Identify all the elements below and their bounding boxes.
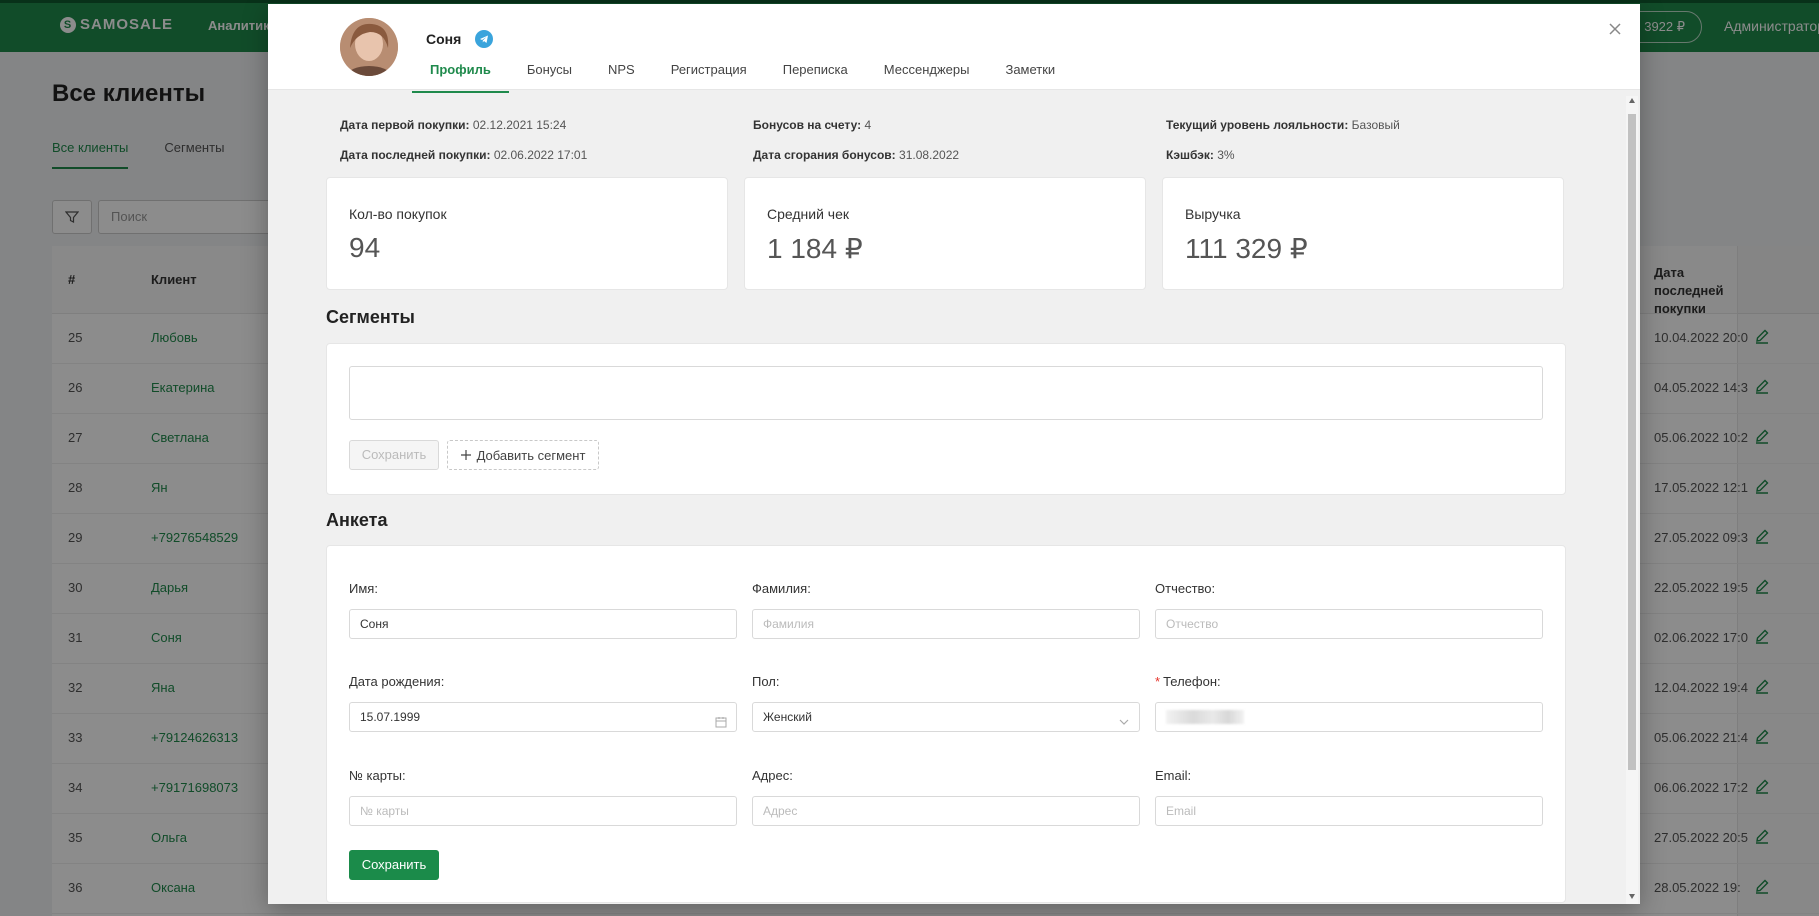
first-name-label: Имя:: [349, 581, 378, 596]
bonuses-info: Бонусов на счету: 4: [753, 118, 872, 132]
gender-select[interactable]: Женский: [752, 702, 1140, 732]
client-avatar: [340, 18, 398, 76]
stat-value: 111 329 ₽: [1185, 233, 1308, 264]
add-segment-label: Добавить сегмент: [476, 447, 586, 463]
loyalty-info: Текущий уровень лояльности: Базовый: [1166, 118, 1400, 132]
email-label: Email:: [1155, 768, 1192, 783]
plus-icon: [460, 450, 471, 460]
email-field[interactable]: Email: [1155, 796, 1543, 826]
card-number-field[interactable]: № карты: [349, 796, 737, 826]
client-name: Соня: [426, 31, 462, 47]
birth-date-value: 15.07.1999: [360, 710, 421, 724]
tab-correspondence[interactable]: Переписка: [765, 52, 866, 93]
segments-save-button[interactable]: Сохранить: [349, 440, 439, 470]
first-purchase-info: Дата первой покупки: 02.12.2021 15:24: [340, 118, 567, 132]
tab-profile[interactable]: Профиль: [412, 52, 509, 93]
form-panel: Имя: Соня Фамилия: Фамилия Отчество: Отч…: [326, 545, 1566, 903]
last-name-field[interactable]: Фамилия: [752, 609, 1140, 639]
address-field[interactable]: Адрес: [752, 796, 1140, 826]
tab-bonuses[interactable]: Бонусы: [509, 52, 590, 93]
modal-tabs: Профиль Бонусы NPS Регистрация Переписка…: [412, 52, 1073, 93]
birth-date-label: Дата рождения:: [349, 674, 445, 689]
patronymic-field[interactable]: Отчество: [1155, 609, 1543, 639]
tab-registration[interactable]: Регистрация: [653, 52, 765, 93]
modal-scrollbar[interactable]: [1626, 96, 1638, 904]
tab-messengers[interactable]: Мессенджеры: [866, 52, 988, 93]
gender-label: Пол:: [752, 674, 780, 689]
stat-card-avg-check: Средний чек 1 184 ₽: [744, 177, 1146, 290]
phone-field[interactable]: [1155, 702, 1543, 732]
modal-header: Соня Профиль Бонусы NPS Регистрация Пере…: [268, 4, 1640, 93]
stat-card-revenue: Выручка 111 329 ₽: [1162, 177, 1564, 290]
address-label: Адрес:: [752, 768, 793, 783]
cashback-info: Кэшбэк: 3%: [1166, 148, 1235, 162]
calendar-icon[interactable]: [715, 710, 727, 738]
form-save-button[interactable]: Сохранить: [349, 850, 439, 880]
stat-value: 1 184 ₽: [767, 233, 863, 264]
stat-card-purchases: Кол-во покупок 94: [326, 177, 728, 290]
segments-panel: Сохранить Добавить сегмент: [326, 343, 1566, 495]
segments-select[interactable]: [349, 366, 1543, 420]
scroll-thumb[interactable]: [1628, 114, 1636, 770]
required-mark: *: [1155, 674, 1161, 689]
gender-value: Женский: [763, 710, 812, 724]
bonus-expiry-info: Дата сгорания бонусов: 31.08.2022: [753, 148, 960, 162]
tab-notes[interactable]: Заметки: [987, 52, 1073, 93]
phone-redacted: [1166, 710, 1244, 724]
stat-value: 94: [349, 232, 381, 263]
stat-label: Кол-во покупок: [349, 206, 447, 222]
form-title: Анкета: [326, 510, 388, 530]
telegram-icon[interactable]: [475, 30, 493, 48]
close-icon[interactable]: [1606, 20, 1624, 38]
add-segment-button[interactable]: Добавить сегмент: [447, 440, 599, 470]
card-number-label: № карты:: [349, 768, 406, 783]
patronymic-label: Отчество:: [1155, 581, 1216, 596]
segments-title: Сегменты: [326, 307, 415, 327]
scroll-up-arrow[interactable]: [1629, 98, 1635, 103]
first-name-field[interactable]: Соня: [349, 609, 737, 639]
scroll-down-arrow[interactable]: [1629, 894, 1635, 899]
last-name-label: Фамилия:: [752, 581, 811, 596]
phone-label: * Телефон:: [1155, 674, 1221, 689]
birth-date-field[interactable]: 15.07.1999: [349, 702, 737, 732]
last-purchase-info: Дата последней покупки: 02.06.2022 17:01: [340, 148, 588, 162]
client-profile-modal: Соня Профиль Бонусы NPS Регистрация Пере…: [268, 4, 1640, 904]
tab-nps[interactable]: NPS: [590, 52, 653, 93]
stat-label: Выручка: [1185, 206, 1241, 222]
chevron-down-icon: [1118, 710, 1130, 738]
stat-label: Средний чек: [767, 206, 850, 222]
